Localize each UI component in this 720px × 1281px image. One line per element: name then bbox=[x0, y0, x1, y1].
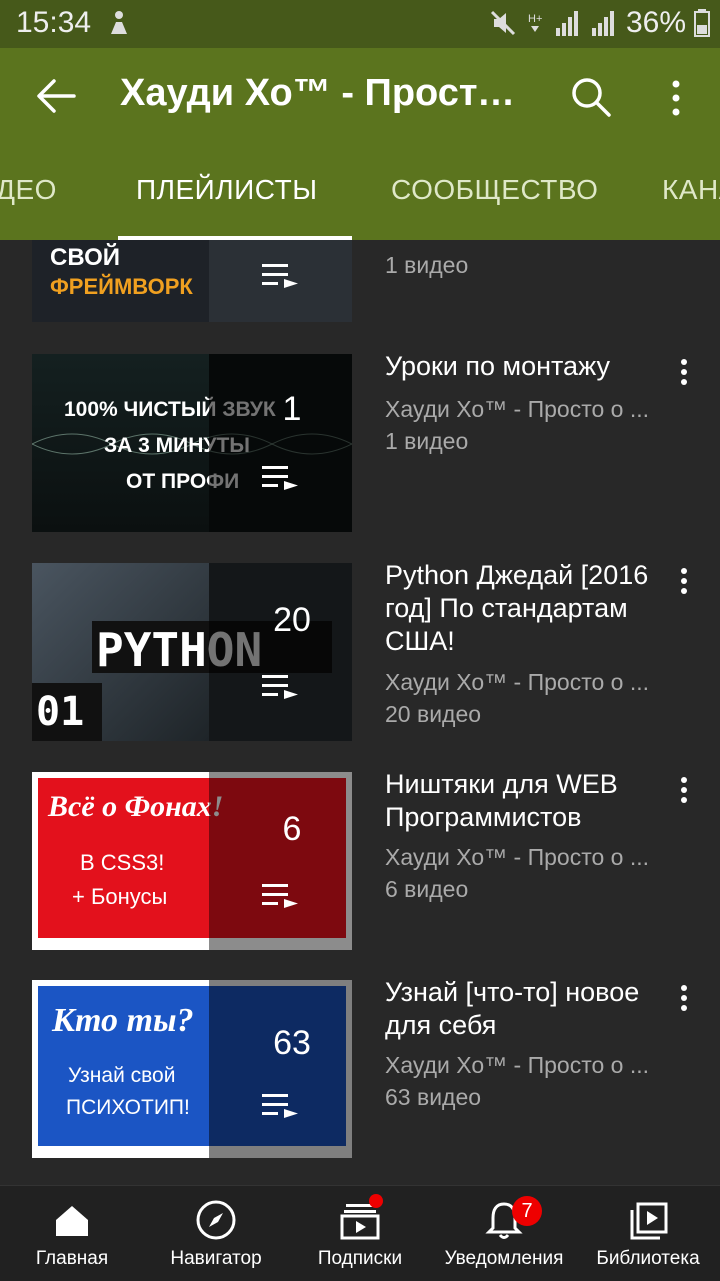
notification-badge: 7 bbox=[512, 1196, 542, 1226]
battery-icon bbox=[694, 9, 710, 37]
playlist-thumbnail[interactable]: PYTHON 01 20 bbox=[32, 563, 352, 741]
thumbnail-text: Узнай свой bbox=[68, 1064, 176, 1087]
status-time: 15:34 bbox=[16, 6, 92, 39]
tab-community[interactable]: СООБЩЕСТВО bbox=[391, 174, 598, 206]
nav-label: Навигатор bbox=[170, 1248, 262, 1269]
playlist-thumbnail[interactable]: 100% ЧИСТЫЙ ЗВУК ЗА 3 МИНУТЫ ОТ ПРОФИ 1 bbox=[32, 354, 352, 532]
playlist-icon bbox=[262, 264, 298, 288]
playlist-title[interactable]: Узнай [что-то] новое для себя bbox=[385, 976, 655, 1042]
network-h-icon: H+ bbox=[528, 13, 542, 32]
more-vert-icon[interactable] bbox=[672, 563, 696, 603]
playlist-video-count: 1 видео bbox=[385, 252, 469, 278]
accessibility-icon bbox=[111, 11, 127, 34]
playlist-item[interactable]: 100% ЧИСТЫЙ ЗВУК ЗА 3 МИНУТЫ ОТ ПРОФИ 1 … bbox=[0, 351, 720, 532]
search-icon[interactable] bbox=[570, 76, 612, 118]
playlist-icon bbox=[262, 675, 298, 699]
thumbnail-text: 01 bbox=[36, 689, 85, 735]
playlist-video-count: 6 видео bbox=[385, 876, 469, 902]
playlist-list: СВОЙ ФРЕЙМВОРК 1 видео 100% ЧИСТЫЙ ЗВУК … bbox=[0, 240, 720, 1185]
svg-text:H+: H+ bbox=[528, 13, 542, 25]
thumbnail-text: ПСИХОТИП! bbox=[66, 1096, 190, 1119]
tab-channels[interactable]: КАНА bbox=[662, 174, 720, 206]
thumbnail-text: ФРЕЙМВОРК bbox=[50, 274, 193, 299]
signal-icon-2 bbox=[591, 11, 614, 36]
home-icon bbox=[56, 1206, 88, 1236]
playlist-title[interactable]: Python Джедай [2016 год] По стандартам С… bbox=[385, 559, 655, 658]
compass-icon bbox=[196, 1200, 236, 1240]
playlist-channel: Хауди Хо™ - Просто о ... bbox=[385, 669, 650, 695]
battery-percent: 36% bbox=[625, 6, 686, 39]
thumbnail-text: + Бонусы bbox=[72, 884, 168, 909]
playlist-icon bbox=[262, 1094, 298, 1118]
nav-explore[interactable]: Навигатор bbox=[144, 1186, 288, 1281]
bottom-navigation: Главная Навигатор Подписки 7 Уведомления… bbox=[0, 1185, 720, 1281]
nav-label: Уведомления bbox=[444, 1248, 564, 1269]
library-icon bbox=[630, 1202, 668, 1240]
playlist-count: 1 bbox=[282, 390, 302, 428]
playlist-icon bbox=[262, 884, 298, 908]
playlist-channel: Хауди Хо™ - Просто о ... bbox=[385, 396, 650, 422]
channel-title: Хауди Хо™ - Просто... bbox=[120, 72, 530, 114]
status-bar: 15:34 H+ 36% bbox=[0, 0, 720, 48]
tab-playlists[interactable]: ПЛЕЙЛИСТЫ bbox=[136, 174, 317, 206]
playlist-channel: Хауди Хо™ - Просто о ... bbox=[385, 844, 650, 870]
playlist-icon bbox=[262, 466, 298, 490]
nav-notifications[interactable]: 7 Уведомления bbox=[432, 1186, 576, 1281]
more-vert-icon[interactable] bbox=[672, 354, 696, 394]
playlist-title[interactable]: Уроки по монтажу bbox=[385, 350, 655, 383]
playlist-count: 20 bbox=[273, 601, 311, 639]
app-bar: Хауди Хо™ - Просто... bbox=[0, 48, 720, 144]
playlist-video-count: 1 видео bbox=[385, 428, 469, 454]
more-vert-icon[interactable] bbox=[672, 772, 696, 812]
nav-subscriptions[interactable]: Подписки bbox=[288, 1186, 432, 1281]
playlist-item[interactable]: PYTHON 01 20 Python Джедай [2016 год] По… bbox=[0, 560, 720, 741]
nav-label: Библиотека bbox=[596, 1248, 700, 1269]
signal-icon bbox=[555, 11, 578, 36]
playlist-count: 6 bbox=[282, 810, 302, 848]
back-arrow-icon[interactable] bbox=[34, 76, 78, 116]
thumbnail-text: СВОЙ bbox=[50, 244, 120, 271]
nav-library[interactable]: Библиотека bbox=[576, 1186, 720, 1281]
playlist-item[interactable]: Всё о Фонах! В CSS3! + Бонусы 6 Ништяки … bbox=[0, 769, 720, 950]
channel-tabs: ДЕО ПЛЕЙЛИСТЫ СООБЩЕСТВО КАНА bbox=[0, 144, 720, 240]
tab-videos[interactable]: ДЕО bbox=[0, 174, 57, 206]
playlist-video-count: 20 видео bbox=[385, 701, 482, 727]
playlist-item[interactable]: СВОЙ ФРЕЙМВОРК 1 видео bbox=[0, 240, 720, 322]
mute-icon bbox=[490, 10, 516, 36]
playlist-count: 63 bbox=[273, 1024, 311, 1062]
nav-label: Подписки bbox=[317, 1248, 403, 1269]
status-icons: H+ 36% bbox=[488, 6, 710, 40]
playlist-thumbnail[interactable]: СВОЙ ФРЕЙМВОРК bbox=[32, 240, 352, 322]
playlist-video-count: 63 видео bbox=[385, 1084, 482, 1110]
new-content-dot bbox=[369, 1194, 383, 1208]
thumbnail-text: Всё о Фонах! bbox=[48, 790, 224, 823]
playlist-title[interactable]: Ништяки для WEB Программистов bbox=[385, 768, 655, 834]
playlist-item[interactable]: Кто ты? Узнай свой ПСИХОТИП! 63 Узнай [ч… bbox=[0, 977, 720, 1158]
playlist-channel: Хауди Хо™ - Просто о ... bbox=[385, 1052, 650, 1078]
playlist-thumbnail[interactable]: Всё о Фонах! В CSS3! + Бонусы 6 bbox=[32, 772, 352, 950]
playlist-thumbnail[interactable]: Кто ты? Узнай свой ПСИХОТИП! 63 bbox=[32, 980, 352, 1158]
more-vert-icon[interactable] bbox=[672, 980, 696, 1020]
nav-home[interactable]: Главная bbox=[0, 1186, 144, 1281]
thumbnail-text: В CSS3! bbox=[80, 850, 165, 875]
thumbnail-text: Кто ты? bbox=[52, 1002, 194, 1039]
nav-label: Главная bbox=[35, 1248, 109, 1269]
more-options-icon[interactable] bbox=[664, 78, 688, 118]
